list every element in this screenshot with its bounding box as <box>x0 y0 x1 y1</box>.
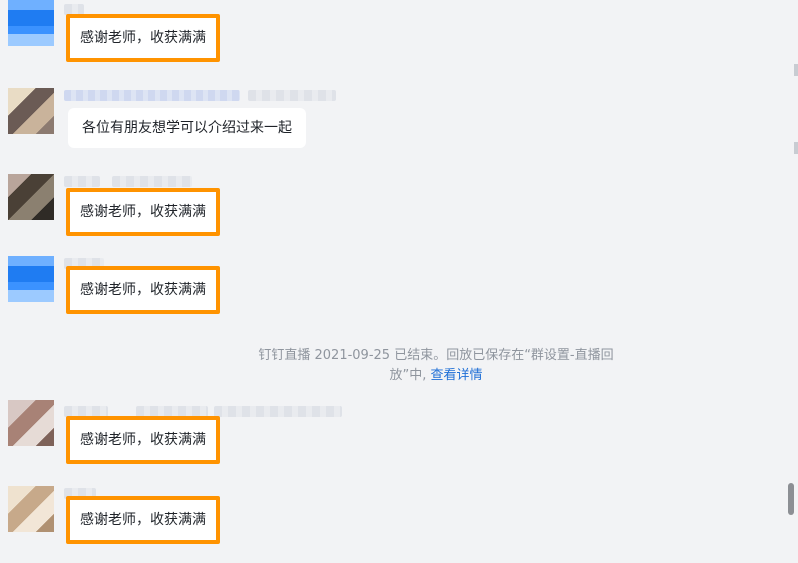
sender-name <box>64 176 100 187</box>
avatar[interactable] <box>8 0 54 46</box>
message-text: 各位有朋友想学可以介绍过来一起 <box>82 120 292 136</box>
scrollbar[interactable] <box>784 0 798 563</box>
avatar[interactable] <box>8 88 54 134</box>
scrollbar-thumb[interactable] <box>788 483 794 515</box>
message-text: 感谢老师，收获满满 <box>80 30 206 46</box>
message-bubble[interactable]: 各位有朋友想学可以介绍过来一起 <box>68 108 306 148</box>
message-text: 感谢老师，收获满满 <box>80 282 206 298</box>
message-bubble[interactable]: 感谢老师，收获满满 <box>66 496 220 544</box>
message-bubble[interactable]: 感谢老师，收获满满 <box>66 188 220 236</box>
view-details-link[interactable]: 查看详情 <box>431 368 483 383</box>
message-bubble[interactable]: 感谢老师，收获满满 <box>66 14 220 62</box>
sender-name <box>112 176 192 187</box>
system-notice: 钉钉直播 2021-09-25 已结束。回放已保存在“群设置-直播回放”中, 查… <box>246 346 626 386</box>
message-text: 感谢老师，收获满满 <box>80 512 206 528</box>
sender-name <box>64 90 240 101</box>
sender-name <box>248 90 336 101</box>
scrollbar-edge-mark <box>794 64 798 76</box>
avatar[interactable] <box>8 174 54 220</box>
scrollbar-edge-mark <box>794 142 798 154</box>
message-text: 感谢老师，收获满满 <box>80 432 206 448</box>
sender-name <box>214 406 342 417</box>
message-bubble[interactable]: 感谢老师，收获满满 <box>66 266 220 314</box>
message-bubble[interactable]: 感谢老师，收获满满 <box>66 416 220 464</box>
avatar[interactable] <box>8 256 54 302</box>
message-text: 感谢老师，收获满满 <box>80 204 206 220</box>
avatar[interactable] <box>8 400 54 446</box>
avatar[interactable] <box>8 486 54 532</box>
